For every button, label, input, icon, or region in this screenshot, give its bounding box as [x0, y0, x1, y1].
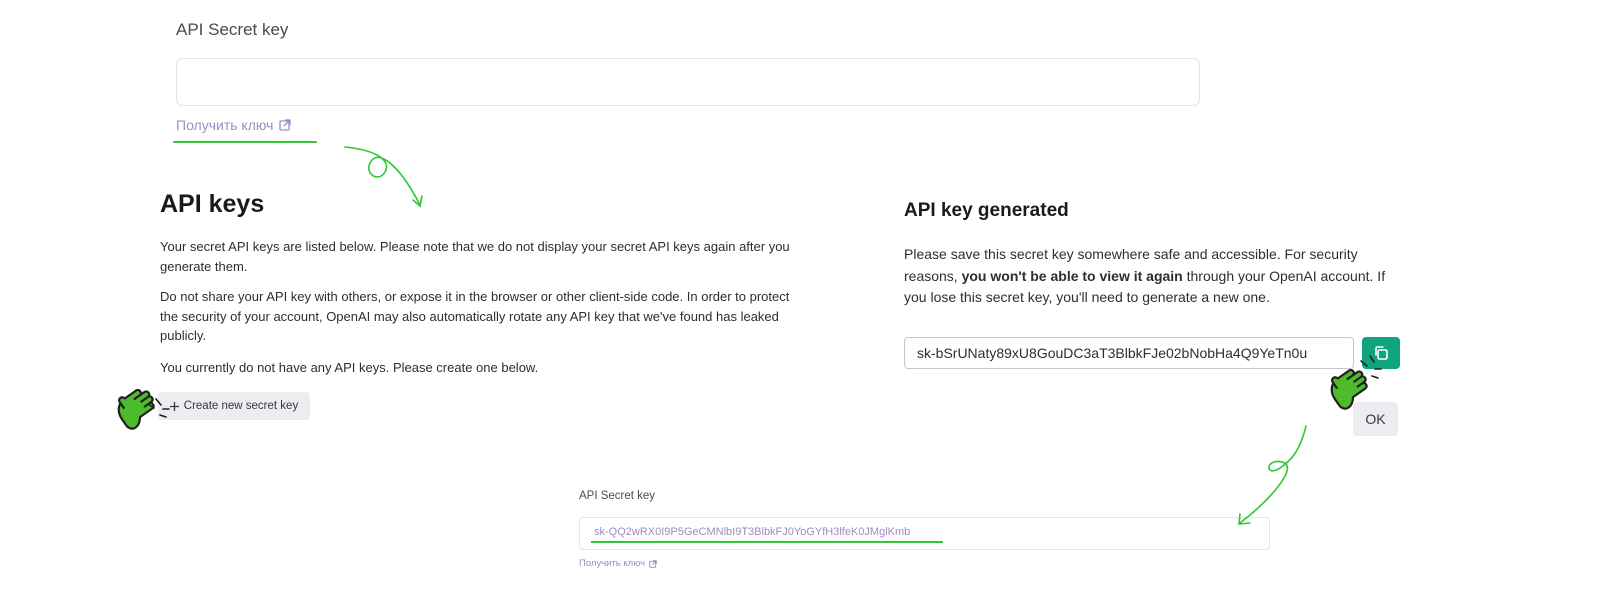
- pointing-hand-icon: [1323, 361, 1375, 413]
- click-burst-icon: [1360, 355, 1382, 379]
- arrow-icon: [344, 146, 423, 208]
- arrow-icon: [1238, 425, 1307, 525]
- annotation-overlay: [110, 146, 1382, 525]
